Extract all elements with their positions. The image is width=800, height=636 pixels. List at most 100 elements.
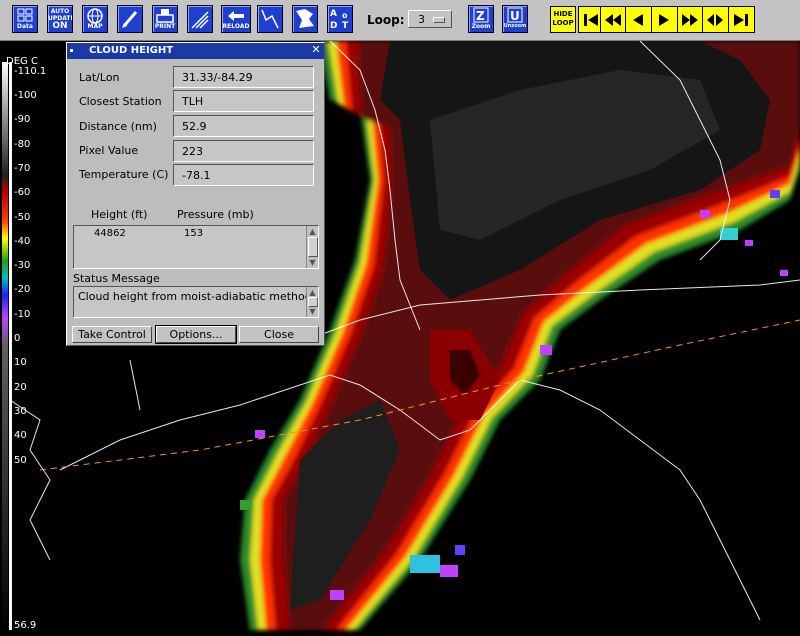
zoom-button[interactable]: Z Zoom: [468, 5, 494, 33]
fast-forward-icon: [682, 14, 698, 26]
svg-text:Z: Z: [476, 9, 485, 23]
print-button[interactable]: PRINT: [152, 5, 178, 33]
reload-button[interactable]: RELOAD: [221, 5, 251, 33]
map-button-label: MAP: [87, 23, 103, 30]
window-menu-icon[interactable]: [70, 49, 73, 52]
pixel-value-label: Pixel Value: [79, 144, 139, 157]
auto-update-state: ON: [52, 21, 68, 31]
scale-tick-label: 50: [14, 454, 27, 466]
close-button[interactable]: Close: [239, 326, 319, 343]
results-scrollbar[interactable]: ▲ ▼: [306, 226, 318, 268]
scroll-down-icon[interactable]: ▼: [307, 257, 318, 268]
status-scrollbar[interactable]: ▲ ▼: [306, 287, 318, 317]
scale-tick-label: -10: [14, 308, 31, 320]
pressure-column-header: Pressure (mb): [177, 208, 254, 221]
cloud-height-dialog: CLOUD HEIGHT ✕ Lat/Lon 31.33/-84.29 Clos…: [66, 42, 325, 346]
step-back-button[interactable]: [600, 6, 627, 33]
loop-count-select[interactable]: 3: [408, 10, 452, 28]
svg-text:U: U: [510, 9, 520, 23]
temperature-field: -78.1: [173, 164, 314, 186]
closest-station-field: TLH: [173, 90, 314, 112]
scale-tick-label: -20: [14, 284, 31, 296]
status-message-label: Status Message: [73, 272, 160, 285]
scroll-up-icon[interactable]: ▲: [307, 226, 318, 237]
skip-start-icon: [584, 14, 598, 26]
hide-loop-button[interactable]: HIDE LOOP: [550, 6, 576, 33]
scale-tick-label: -100: [14, 90, 37, 101]
height-column-header: Height (ft): [91, 208, 148, 221]
close-label: Close: [264, 328, 294, 341]
play-forward-button[interactable]: [651, 6, 678, 33]
take-control-label: Take Control: [78, 328, 146, 341]
reload-button-label: RELOAD: [222, 23, 250, 30]
distance-field: 52.9: [173, 115, 314, 137]
region-icon: [296, 9, 314, 28]
pencil-icon: [122, 11, 138, 28]
draw-button[interactable]: [117, 5, 143, 33]
height-value: 44862: [94, 228, 126, 239]
temperature-value: -78.1: [182, 169, 211, 182]
status-message-text: Cloud height from moist-adiabatic method…: [78, 290, 316, 303]
skip-end-icon: [734, 14, 748, 26]
map-button[interactable]: MAP: [82, 5, 108, 33]
distance-value: 52.9: [182, 120, 207, 133]
scale-tick-label: 20: [14, 381, 27, 393]
print-button-label: PRINT: [154, 23, 176, 30]
status-message-box[interactable]: Cloud height from moist-adiabatic method…: [73, 286, 319, 318]
scale-tick-label: 0: [14, 333, 21, 344]
zoom-button-label: Zoom: [471, 23, 491, 30]
enhance-icon: [191, 11, 209, 29]
toolbar: Data AUTO UPDATE ON MAP PRINT RELOAD A o…: [0, 0, 800, 41]
shape-button[interactable]: [292, 5, 318, 33]
scale-tick-label: -70: [14, 162, 31, 174]
option-menu-indicator: [433, 17, 445, 23]
scale-bottom-value: 56.9: [14, 620, 37, 631]
unzoom-button-label: Unzoom: [503, 23, 527, 29]
step-forward-button[interactable]: [677, 6, 704, 33]
temperature-label: Temperature (C): [79, 168, 169, 181]
distance-label: Distance (nm): [79, 120, 157, 133]
data-button-label: Data: [17, 23, 33, 30]
line-icon: [261, 9, 279, 29]
dialog-title-bar[interactable]: CLOUD HEIGHT ✕: [67, 43, 324, 59]
scale-tick-label: -80: [14, 138, 31, 150]
scale-tick-label: 10: [14, 357, 27, 369]
hide-loop-label: HIDE LOOP: [552, 10, 574, 27]
distance-button[interactable]: A o D T: [327, 5, 353, 33]
auto-update-label: AUTO UPDATE: [48, 8, 73, 22]
scale-tick-label: -60: [14, 187, 31, 199]
play-backward-icon: [633, 14, 643, 26]
data-button[interactable]: Data: [12, 5, 38, 33]
enhance-button[interactable]: [187, 5, 213, 33]
line-button[interactable]: [257, 5, 283, 33]
scale-top-value: -110.1: [14, 66, 47, 77]
rewind-icon: [605, 14, 621, 26]
height-pressure-list[interactable]: 44862 153 ▲ ▼: [73, 225, 319, 269]
svg-text:T: T: [342, 21, 349, 31]
svg-text:A: A: [330, 9, 337, 19]
scale-tick-label: -40: [14, 235, 31, 247]
take-control-button[interactable]: Take Control: [72, 326, 152, 343]
rock-icon: [707, 14, 723, 26]
svg-text:o: o: [342, 11, 348, 20]
loop-label: Loop:: [367, 13, 405, 27]
pixel-value-field: 223: [173, 140, 314, 162]
scale-tick-label: -50: [14, 211, 31, 223]
lat-lon-field: 31.33/-84.29: [173, 66, 314, 88]
play-backward-button[interactable]: [625, 6, 652, 33]
lat-lon-label: Lat/Lon: [79, 71, 120, 84]
unzoom-button[interactable]: U Unzoom: [502, 5, 528, 33]
status-scroll-down-icon[interactable]: ▼: [307, 306, 318, 317]
last-frame-button[interactable]: [728, 6, 755, 33]
pressure-value: 153: [184, 228, 204, 239]
play-icon: [659, 14, 669, 26]
rock-loop-button[interactable]: [702, 6, 729, 33]
distance-icon: A o D T: [330, 9, 349, 31]
auto-update-button[interactable]: AUTO UPDATE ON: [47, 5, 73, 33]
options-button[interactable]: Options...: [155, 325, 237, 344]
close-icon[interactable]: ✕: [310, 44, 322, 56]
scroll-thumb[interactable]: [308, 237, 318, 257]
closest-station-value: TLH: [182, 95, 204, 108]
temperature-color-scale: [2, 62, 12, 630]
svg-text:D: D: [330, 21, 337, 31]
